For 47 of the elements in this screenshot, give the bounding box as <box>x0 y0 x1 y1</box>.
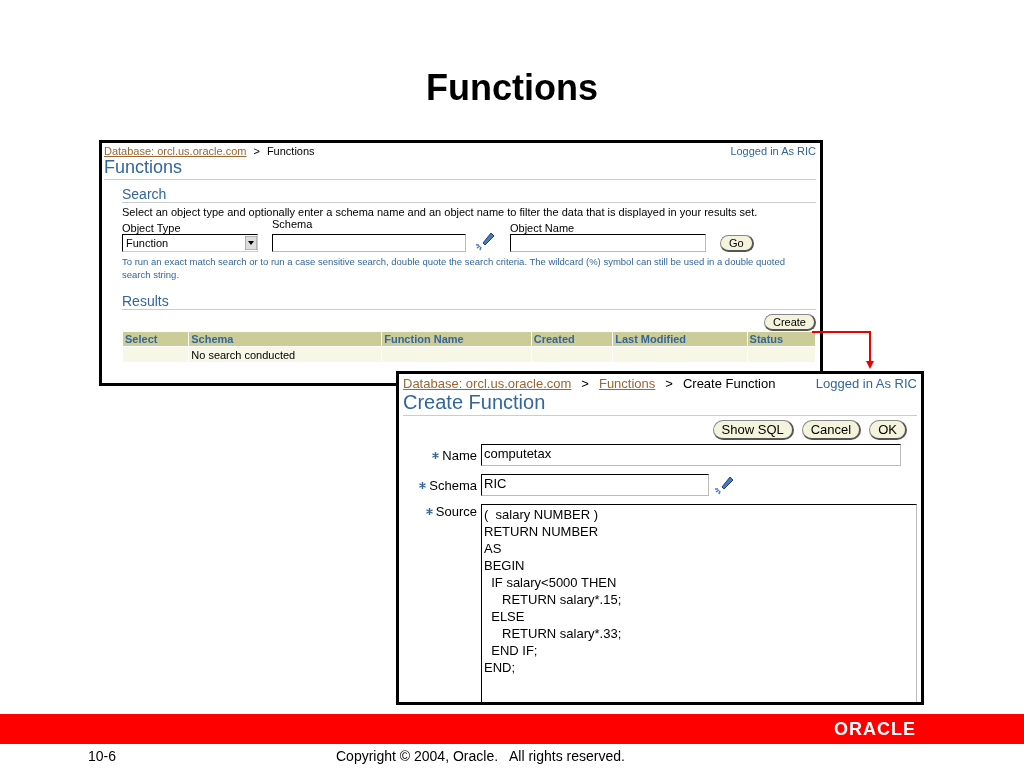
action-button[interactable]: Cancel <box>801 420 862 440</box>
object-type-select[interactable]: Function <box>122 234 258 252</box>
flashlight-icon[interactable] <box>713 474 735 496</box>
logo: ORACLE <box>834 718 916 740</box>
breadcrumb-link[interactable]: Database: orcl.us.oracle.com <box>403 376 572 391</box>
object-name-field[interactable] <box>510 234 706 252</box>
go-button[interactable]: Go <box>720 235 754 252</box>
breadcrumb-link[interactable]: Database: orcl.us.oracle.com <box>104 145 247 157</box>
schema-field[interactable] <box>272 234 466 252</box>
column-header: Function Name <box>381 331 532 347</box>
page-heading: Create Function <box>403 391 917 416</box>
breadcrumb-text: > <box>253 145 260 157</box>
search-instructions: Select an object type and optionally enter a schema name and an object name to filter the data that is displayed in your results set. <box>122 206 759 218</box>
breadcrumb-link[interactable]: Functions <box>598 376 656 391</box>
create-button[interactable]: Create <box>763 314 816 331</box>
flashlight-icon[interactable] <box>474 230 496 252</box>
column-header: Status <box>747 331 816 347</box>
action-button[interactable]: OK <box>869 420 907 440</box>
field-label: Schema <box>272 218 314 230</box>
breadcrumb-text: Functions <box>266 145 315 157</box>
field-label: Source <box>435 504 477 519</box>
column-header: Last Modified <box>612 331 748 347</box>
connector-arrow <box>812 330 874 370</box>
dropdown-arrow-icon <box>245 236 257 250</box>
breadcrumb-text: > <box>665 376 673 391</box>
name-field[interactable]: computetax <box>481 444 901 466</box>
section-heading: Search <box>122 186 816 203</box>
login-status: Logged in As RIC <box>815 376 917 391</box>
breadcrumb-text: > <box>581 376 589 391</box>
field-label: Name <box>442 447 477 463</box>
field-label: Schema <box>429 477 477 493</box>
slide-title: Functions <box>426 66 598 110</box>
search-hint: To run an exact match search or to run a case sensitive search, double quote the search criteria. The wildcard (%) symbol can still be used in a double quoted search string. <box>122 255 787 281</box>
copyright-text: Copyright © 2004, Oracle. All rights reserved. <box>336 748 625 764</box>
column-header: Schema <box>188 331 382 347</box>
page-heading: Functions <box>104 157 816 180</box>
column-header: Select <box>122 331 189 347</box>
field-label: Object Name <box>510 222 576 234</box>
login-status: Logged in As RIC <box>730 145 816 157</box>
schema-field[interactable]: RIC <box>481 474 709 496</box>
column-header: Created <box>531 331 613 347</box>
section-heading: Results <box>122 293 816 310</box>
field-label: Object Type <box>122 222 182 234</box>
source-field[interactable]: ( salary NUMBER ) RETURN NUMBER AS BEGIN IF salary<5000 THEN RETURN salary*.15; ELSE RETURN salary*.33; END IF; END; <box>481 504 917 702</box>
page-number: 10-6 <box>87 748 118 764</box>
action-button[interactable]: Show SQL <box>712 420 794 440</box>
breadcrumb-text: Create Function <box>682 376 776 391</box>
